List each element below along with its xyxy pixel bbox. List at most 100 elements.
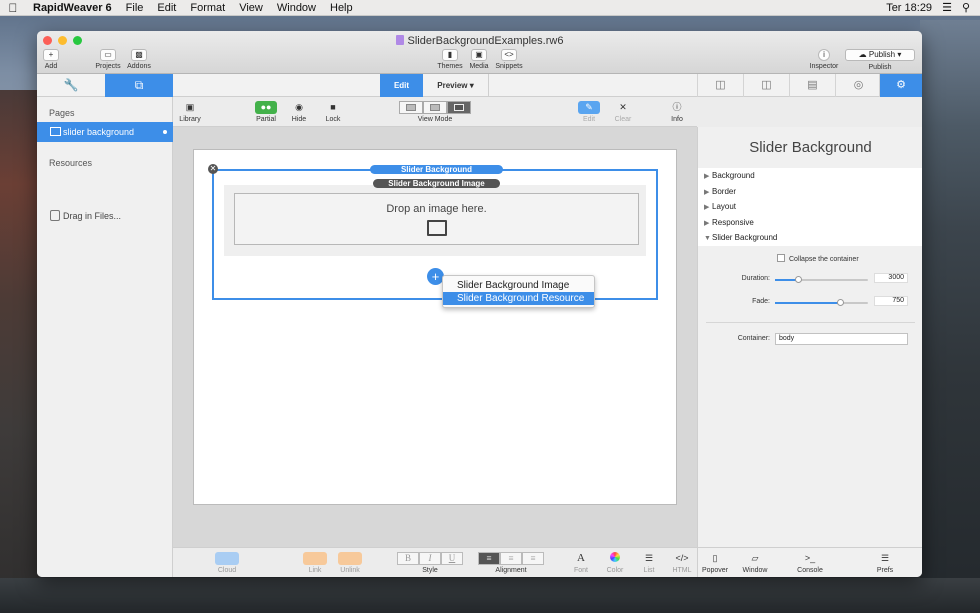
align-right-button[interactable]: ≡	[522, 552, 544, 565]
link-button[interactable]: Link	[303, 552, 327, 574]
list-icon: ☰	[644, 553, 654, 563]
list-button[interactable]: ☰ List	[637, 552, 661, 574]
inspector-tab-layout[interactable]: ◫	[743, 74, 789, 97]
view-mode-desktop[interactable]	[399, 101, 423, 114]
spotlight-icon[interactable]: ⚲	[962, 1, 970, 14]
menu-format[interactable]: Format	[183, 2, 232, 14]
duration-slider-knob[interactable]	[795, 276, 803, 283]
wrench-icon: 🔧	[63, 78, 79, 92]
slider-background-settings: Collapse the container Duration: 3000 Fa…	[698, 247, 922, 577]
clear-button[interactable]: ✕ Clear	[611, 101, 635, 123]
menu-app-name[interactable]: RapidWeaver 6	[26, 2, 119, 14]
menu-window[interactable]: Window	[270, 2, 323, 14]
container-input[interactable]: body	[775, 333, 908, 345]
font-button[interactable]: A Font	[569, 552, 593, 574]
cloud-button[interactable]: Cloud	[215, 552, 239, 574]
image-drop-zone[interactable]: Drop an image here.	[234, 193, 639, 245]
lock-button[interactable]: ■ Lock	[321, 101, 345, 123]
inspector-tab-styles[interactable]: ◎	[835, 74, 881, 97]
unlink-button[interactable]: Unlink	[337, 552, 363, 574]
image-stack-zone[interactable]: Drop an image here.	[224, 185, 646, 256]
section-responsive[interactable]: ▶ Responsive	[698, 215, 922, 231]
tab-tools[interactable]: 🔧	[37, 74, 105, 97]
clock[interactable]: Ter 18:29	[886, 2, 932, 14]
section-background[interactable]: ▶ Background	[698, 168, 922, 184]
inspector-panel: Slider Background ▶ Background ▶ Border ▶ L…	[697, 127, 922, 577]
inspector-tab-general[interactable]: ◫	[697, 74, 743, 97]
style-label: Style	[422, 567, 438, 574]
link-label: Link	[308, 567, 322, 574]
drag-in-files[interactable]: Drag in Files...	[50, 210, 121, 221]
menu-item-slider-background-image[interactable]: Slider Background Image	[443, 279, 594, 292]
slider-background-stack[interactable]: ✕ Slider Background Drop an image here. …	[208, 164, 658, 308]
stack-label[interactable]: Slider Background	[370, 165, 503, 174]
section-border[interactable]: ▶ Border	[698, 184, 922, 200]
disclosure-right-icon: ▶	[704, 204, 710, 212]
list-icon[interactable]: ☰	[942, 1, 952, 14]
collapse-container-checkbox[interactable]: Collapse the container	[777, 254, 859, 263]
html-button[interactable]: </> HTML	[669, 552, 695, 574]
align-center-button[interactable]: ≡	[500, 552, 522, 565]
editor-canvas: ✕ Slider Background Drop an image here. …	[173, 127, 697, 547]
snippets-button[interactable]: <> Snippets	[494, 49, 524, 70]
inspector-button[interactable]: i Inspector	[808, 49, 840, 70]
popover-icon: ▯	[712, 553, 718, 563]
menu-item-slider-background-resource[interactable]: Slider Background Resource	[443, 292, 594, 305]
sidebar-item-slider-background[interactable]: slider background	[37, 122, 173, 142]
info-button[interactable]: ⓘ Info	[665, 101, 689, 123]
color-button[interactable]: Color	[603, 552, 627, 574]
image-stack-label[interactable]: Slider Background Image	[373, 179, 500, 188]
snippets-label: Snippets	[495, 63, 523, 70]
italic-button[interactable]: I	[419, 552, 441, 565]
popover-button[interactable]: ▯ Popover	[700, 552, 730, 574]
projects-button[interactable]: ▭ Projects	[93, 49, 123, 70]
view-mode-segments	[395, 101, 475, 114]
edit-mode-button[interactable]: Edit	[380, 74, 423, 97]
align-left-button[interactable]: ≡	[478, 552, 500, 565]
apple-icon[interactable]: 	[0, 1, 26, 15]
prefs-button[interactable]: ☰ Prefs	[872, 552, 898, 574]
fade-value[interactable]: 750	[874, 296, 908, 306]
hide-button[interactable]: ◉ Hide	[287, 101, 311, 123]
themes-button[interactable]: ▮ Themes	[437, 49, 463, 70]
menu-file[interactable]: File	[119, 2, 151, 14]
inspector-tab-stack[interactable]: ⚙	[879, 74, 922, 97]
format-bar: Cloud Link Unlink B I U Style ≡ ≡ ≡ Alig…	[173, 547, 697, 577]
lock-icon: ■	[330, 102, 336, 112]
inspector-tab-page[interactable]: ▤	[789, 74, 835, 97]
fade-slider-knob[interactable]	[837, 299, 845, 306]
partial-button[interactable]: ●● Partial	[253, 101, 279, 123]
addons-button[interactable]: ▩ Addons	[125, 49, 153, 70]
chevron-down-icon: ▾	[469, 81, 474, 90]
bold-button[interactable]: B	[397, 552, 419, 565]
duration-label: Duration:	[741, 275, 770, 282]
duration-value[interactable]: 3000	[874, 273, 908, 283]
general-icon: ◫	[715, 79, 726, 91]
window-button[interactable]: ▱ Window	[738, 552, 772, 574]
chevron-down-icon[interactable]: ▾	[897, 50, 901, 59]
section-layout[interactable]: ▶ Layout	[698, 199, 922, 215]
underline-button[interactable]: U	[441, 552, 463, 565]
view-mode-full[interactable]	[447, 101, 471, 114]
console-button[interactable]: >_ Console	[792, 552, 828, 574]
themes-label: Themes	[437, 63, 463, 70]
page-status-dot	[163, 130, 167, 134]
view-mode-tablet[interactable]	[423, 101, 447, 114]
add-button[interactable]: + Add	[43, 49, 59, 70]
publish-button[interactable]: ☁ Publish ▾	[845, 49, 915, 61]
menu-edit[interactable]: Edit	[150, 2, 183, 14]
close-icon[interactable]: ✕	[208, 164, 218, 174]
duration-slider[interactable]	[775, 276, 868, 283]
library-button[interactable]: ▣ Library	[177, 101, 203, 123]
edit-button[interactable]: ✎ Edit	[577, 101, 601, 123]
preview-mode-button[interactable]: Preview ▾	[423, 74, 489, 97]
section-responsive-label: Responsive	[712, 217, 754, 227]
menu-help[interactable]: Help	[323, 2, 360, 14]
tab-pages[interactable]: ⧉	[105, 74, 173, 97]
menu-view[interactable]: View	[232, 2, 270, 14]
page-preview[interactable]: ✕ Slider Background Drop an image here. …	[193, 149, 677, 505]
media-button[interactable]: ▣ Media	[467, 49, 491, 70]
view-mode-label: View Mode	[417, 116, 453, 123]
section-slider-background[interactable]: ▼Slider Background	[698, 230, 922, 246]
fade-slider[interactable]	[775, 299, 868, 306]
